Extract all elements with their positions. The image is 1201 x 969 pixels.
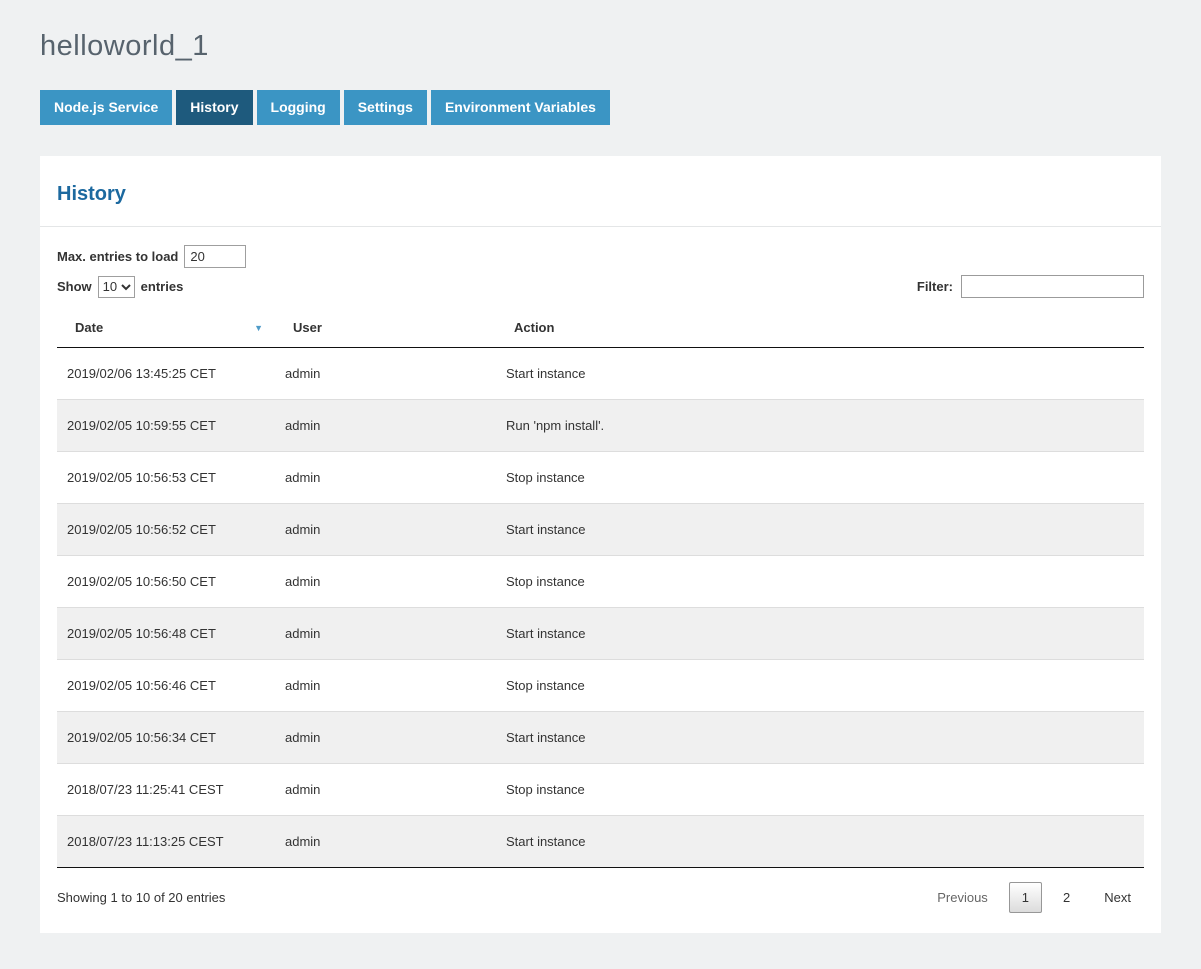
history-table: Date ▼ User Action 2019/02/06 13:45:25 C… (57, 308, 1144, 868)
cell-action: Start instance (496, 712, 1144, 764)
column-header-action[interactable]: Action (496, 308, 1144, 348)
cell-date: 2019/02/05 10:56:53 CET (57, 452, 275, 504)
tab-settings[interactable]: Settings (344, 90, 427, 125)
cell-user: admin (275, 504, 496, 556)
cell-action: Run 'npm install'. (496, 400, 1144, 452)
cell-action: Start instance (496, 816, 1144, 868)
pagination-page-1[interactable]: 1 (1009, 882, 1042, 913)
cell-action: Stop instance (496, 556, 1144, 608)
cell-user: admin (275, 452, 496, 504)
cell-user: admin (275, 660, 496, 712)
tab-logging[interactable]: Logging (257, 90, 340, 125)
max-entries-row: Max. entries to load (57, 245, 1144, 268)
max-entries-label: Max. entries to load (57, 249, 178, 264)
entries-label: entries (141, 279, 184, 294)
cell-action: Stop instance (496, 660, 1144, 712)
pagination-previous[interactable]: Previous (924, 882, 1001, 913)
cell-user: admin (275, 400, 496, 452)
page-length-control: Show 10 entries (57, 276, 183, 298)
cell-date: 2019/02/05 10:56:46 CET (57, 660, 275, 712)
panel-heading: History (40, 156, 1161, 227)
tab-nodejs-service[interactable]: Node.js Service (40, 90, 172, 125)
cell-date: 2019/02/05 10:56:50 CET (57, 556, 275, 608)
page-length-select[interactable]: 10 (98, 276, 135, 298)
cell-user: admin (275, 764, 496, 816)
cell-date: 2019/02/05 10:56:34 CET (57, 712, 275, 764)
cell-date: 2019/02/06 13:45:25 CET (57, 348, 275, 400)
cell-date: 2019/02/05 10:56:52 CET (57, 504, 275, 556)
table-row: 2019/02/05 10:56:34 CET admin Start inst… (57, 712, 1144, 764)
cell-action: Start instance (496, 504, 1144, 556)
cell-user: admin (275, 348, 496, 400)
cell-action: Start instance (496, 348, 1144, 400)
pagination: Previous 1 2 Next (916, 882, 1144, 913)
table-row: 2019/02/05 10:56:50 CET admin Stop insta… (57, 556, 1144, 608)
sort-descending-icon: ▼ (254, 323, 263, 333)
show-label: Show (57, 279, 92, 294)
table-body: 2019/02/06 13:45:25 CET admin Start inst… (57, 348, 1144, 868)
history-panel: History Max. entries to load Show 10 ent… (40, 156, 1161, 933)
table-info: Showing 1 to 10 of 20 entries (57, 890, 225, 905)
cell-action: Stop instance (496, 764, 1144, 816)
cell-user: admin (275, 816, 496, 868)
table-row: 2019/02/06 13:45:25 CET admin Start inst… (57, 348, 1144, 400)
max-entries-input[interactable] (184, 245, 246, 268)
page: helloworld_1 Node.js Service History Log… (0, 0, 1201, 969)
tab-bar: Node.js Service History Logging Settings… (40, 90, 1161, 125)
show-filter-row: Show 10 entries Filter: (57, 275, 1144, 298)
cell-date: 2019/02/05 10:56:48 CET (57, 608, 275, 660)
filter-label: Filter: (917, 279, 953, 294)
filter-control: Filter: (917, 275, 1144, 298)
cell-user: admin (275, 608, 496, 660)
page-title: helloworld_1 (40, 30, 1161, 63)
table-header-row: Date ▼ User Action (57, 308, 1144, 348)
cell-user: admin (275, 556, 496, 608)
table-row: 2019/02/05 10:56:53 CET admin Stop insta… (57, 452, 1144, 504)
table-controls: Max. entries to load Show 10 entries Fil… (40, 227, 1161, 298)
table-row: 2019/02/05 10:56:48 CET admin Start inst… (57, 608, 1144, 660)
cell-action: Stop instance (496, 452, 1144, 504)
cell-date: 2018/07/23 11:13:25 CEST (57, 816, 275, 868)
table-footer: Showing 1 to 10 of 20 entries Previous 1… (40, 868, 1161, 933)
filter-input[interactable] (961, 275, 1144, 298)
pagination-page-2[interactable]: 2 (1050, 882, 1083, 913)
pagination-next[interactable]: Next (1091, 882, 1144, 913)
table-row: 2019/02/05 10:56:52 CET admin Start inst… (57, 504, 1144, 556)
column-header-date-label: Date (75, 320, 103, 335)
cell-action: Start instance (496, 608, 1144, 660)
column-header-user[interactable]: User (275, 308, 496, 348)
cell-date: 2018/07/23 11:25:41 CEST (57, 764, 275, 816)
table-row: 2019/02/05 10:59:55 CET admin Run 'npm i… (57, 400, 1144, 452)
column-header-date[interactable]: Date ▼ (57, 308, 275, 348)
table-row: 2019/02/05 10:56:46 CET admin Stop insta… (57, 660, 1144, 712)
tab-environment-variables[interactable]: Environment Variables (431, 90, 610, 125)
table-row: 2018/07/23 11:25:41 CEST admin Stop inst… (57, 764, 1144, 816)
cell-date: 2019/02/05 10:59:55 CET (57, 400, 275, 452)
cell-user: admin (275, 712, 496, 764)
table-row: 2018/07/23 11:13:25 CEST admin Start ins… (57, 816, 1144, 868)
tab-history[interactable]: History (176, 90, 252, 125)
